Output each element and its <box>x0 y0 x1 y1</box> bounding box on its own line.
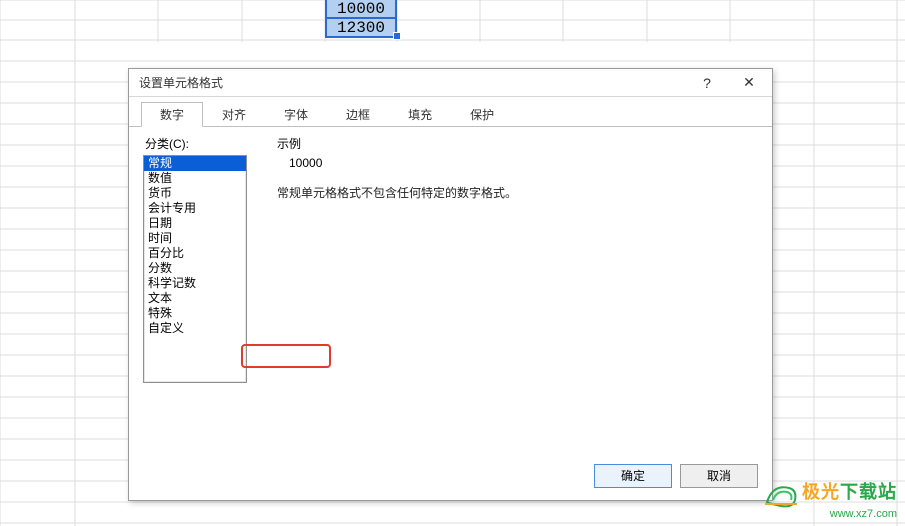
cell-a2[interactable]: 12300 <box>325 17 397 38</box>
tab-font[interactable]: 字体 <box>265 102 327 127</box>
tab-alignment[interactable]: 对齐 <box>203 102 265 127</box>
watermark-name-2: 下载站 <box>840 482 897 502</box>
category-item-text[interactable]: 文本 <box>144 291 246 306</box>
category-item-accounting[interactable]: 会计专用 <box>144 201 246 216</box>
category-listbox[interactable]: 常规 数值 货币 会计专用 日期 时间 百分比 分数 科学记数 文本 特殊 自定… <box>143 155 247 383</box>
close-button[interactable]: ✕ <box>728 70 770 96</box>
sample-label: 示例 <box>277 135 758 152</box>
cancel-button[interactable]: 取消 <box>680 464 758 488</box>
category-item-date[interactable]: 日期 <box>144 216 246 231</box>
category-item-number[interactable]: 数值 <box>144 171 246 186</box>
tab-border[interactable]: 边框 <box>327 102 389 127</box>
category-item-time[interactable]: 时间 <box>144 231 246 246</box>
category-item-fraction[interactable]: 分数 <box>144 261 246 276</box>
category-item-percentage[interactable]: 百分比 <box>144 246 246 261</box>
dialog-titlebar[interactable]: 设置单元格格式 ? ✕ <box>129 69 772 97</box>
category-description: 常规单元格格式不包含任何特定的数字格式。 <box>277 184 758 201</box>
tab-protection[interactable]: 保护 <box>451 102 513 127</box>
tab-fill[interactable]: 填充 <box>389 102 451 127</box>
tab-number[interactable]: 数字 <box>141 102 203 127</box>
category-item-custom[interactable]: 自定义 <box>144 321 246 336</box>
watermark: 极光下载站 www.xz7.com <box>763 478 897 520</box>
help-button[interactable]: ? <box>686 70 728 96</box>
dialog-title: 设置单元格格式 <box>139 74 686 91</box>
format-cells-dialog: 设置单元格格式 ? ✕ 数字 对齐 字体 边框 填充 保护 分类(C): 常规 … <box>128 68 773 501</box>
ok-button[interactable]: 确定 <box>594 464 672 488</box>
watermark-name-1: 极光 <box>802 482 840 502</box>
category-item-scientific[interactable]: 科学记数 <box>144 276 246 291</box>
category-item-currency[interactable]: 货币 <box>144 186 246 201</box>
category-item-special[interactable]: 特殊 <box>144 306 246 321</box>
category-item-general[interactable]: 常规 <box>144 156 246 171</box>
category-label: 分类(C): <box>145 135 263 152</box>
logo-icon <box>763 480 799 510</box>
selected-cells[interactable]: 10000 12300 <box>325 0 397 36</box>
sample-value: 10000 <box>289 156 758 170</box>
dialog-tabstrip: 数字 对齐 字体 边框 填充 保护 <box>129 97 772 127</box>
